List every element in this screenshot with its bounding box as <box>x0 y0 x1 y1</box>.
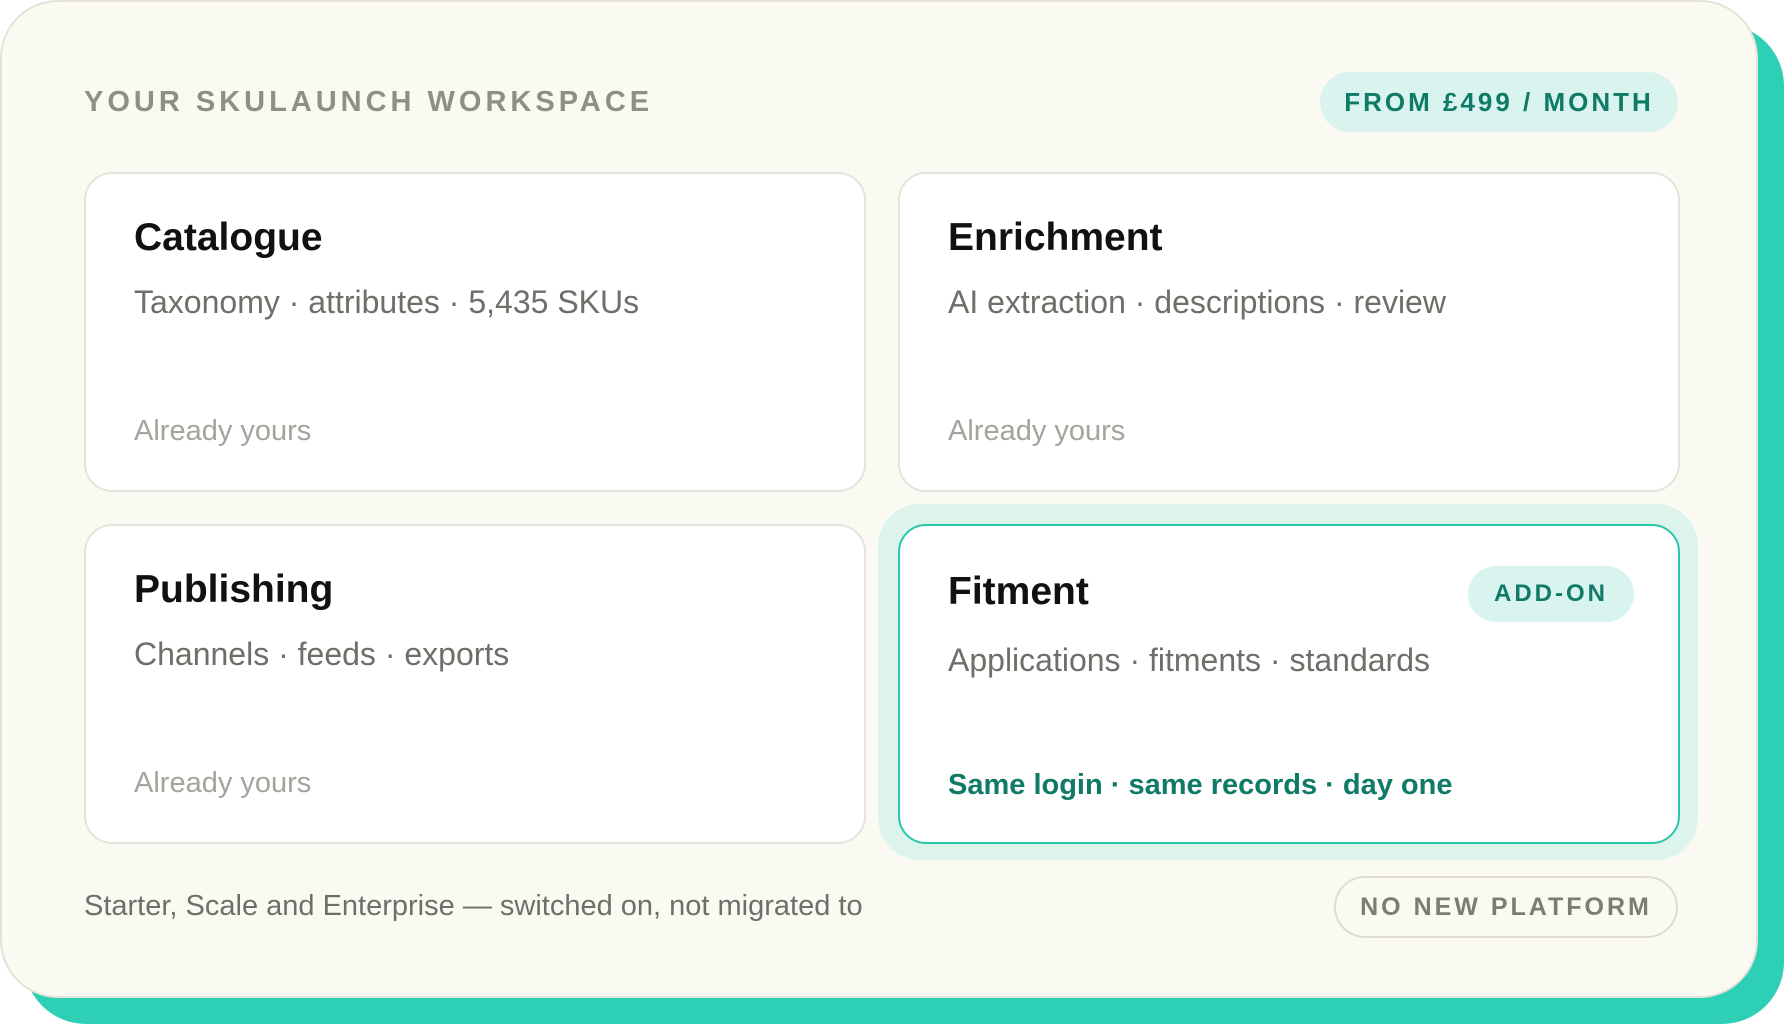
no-new-platform-pill: NO NEW PLATFORM <box>1334 876 1678 938</box>
module-title: Enrichment <box>948 216 1163 259</box>
module-subtitle: Channels · feeds · exports <box>134 636 510 672</box>
module-card-fitment[interactable]: Fitment ADD-ON Applications · fitments ·… <box>898 524 1680 844</box>
module-subtitle: Taxonomy · attributes · 5,435 SKUs <box>134 284 640 320</box>
workspace-stage: YOUR SKULAUNCH WORKSPACE FROM £499 / MON… <box>0 0 1784 1024</box>
price-badge: FROM £499 / MONTH <box>1320 72 1678 132</box>
module-subtitle: AI extraction · descriptions · review <box>948 284 1446 320</box>
module-subtitle: Applications · fitments · standards <box>948 642 1430 678</box>
addon-badge: ADD-ON <box>1468 566 1634 622</box>
module-card-publishing[interactable]: Publishing Channels · feeds · exports Al… <box>84 524 866 844</box>
module-status-highlight: Same login · same records · day one <box>948 769 1453 801</box>
workspace-title: YOUR SKULAUNCH WORKSPACE <box>84 86 654 118</box>
module-title: Catalogue <box>134 216 323 259</box>
module-status: Already yours <box>134 415 312 447</box>
footer-note: Starter, Scale and Enterprise — switched… <box>84 890 863 922</box>
module-title: Publishing <box>134 568 334 611</box>
module-status: Already yours <box>948 415 1126 447</box>
module-status: Already yours <box>134 767 312 799</box>
module-card-catalogue[interactable]: Catalogue Taxonomy · attributes · 5,435 … <box>84 172 866 492</box>
module-card-enrichment[interactable]: Enrichment AI extraction · descriptions … <box>898 172 1680 492</box>
workspace-panel: YOUR SKULAUNCH WORKSPACE FROM £499 / MON… <box>0 0 1758 998</box>
module-title: Fitment <box>948 570 1089 613</box>
